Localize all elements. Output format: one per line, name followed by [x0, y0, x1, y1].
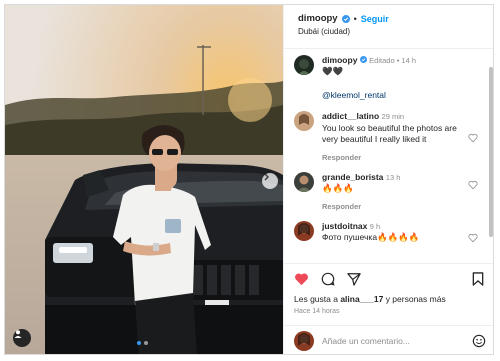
comment-item: grande_borista 13 h 🔥🔥🔥 Responder	[294, 171, 486, 212]
author-avatar-image	[294, 55, 314, 75]
caption: dimoopy Editado • 14 h 🖤🖤 @kleemol_renta…	[294, 55, 486, 101]
user-icon	[14, 330, 22, 338]
follow-button[interactable]: Seguir	[361, 14, 389, 24]
verified-badge-icon	[341, 14, 350, 23]
avatar[interactable]	[294, 221, 314, 241]
comment-username[interactable]: grande_borista	[322, 172, 383, 182]
comment-time: 29 min	[381, 112, 405, 122]
author-username[interactable]: dimoopy	[298, 13, 338, 24]
save-bookmark-icon[interactable]	[472, 272, 484, 286]
comment-text: You look so beautiful the photos are ver…	[322, 122, 457, 145]
avatar[interactable]	[294, 55, 314, 75]
chevron-right-icon	[264, 173, 269, 181]
caption-text: 🖤🖤	[322, 66, 344, 77]
post-modal: dimoopy • Seguir Dubái (ciudad) dimoopy …	[4, 4, 494, 355]
avatar	[294, 331, 314, 351]
carousel-indicator	[137, 341, 148, 345]
likes-user[interactable]: alina___17	[340, 294, 383, 304]
add-comment-bar	[284, 325, 493, 354]
post-timestamp: Hace 14 horas	[294, 308, 340, 315]
caption-mention-link[interactable]: @kleemol_rental	[322, 90, 467, 101]
like-comment-heart-icon[interactable]	[468, 233, 478, 243]
likes-suffix[interactable]: y personas más	[383, 294, 446, 304]
emoji-icon[interactable]	[472, 334, 486, 348]
avatar[interactable]	[294, 111, 314, 132]
caption-meta: Editado • 14 h	[369, 56, 416, 65]
share-paper-plane-icon[interactable]	[347, 272, 361, 286]
carousel-dot	[144, 341, 148, 345]
comment-text: 🔥🔥🔥	[322, 183, 354, 194]
comment-text: Фото пушечка🔥🔥🔥🔥	[322, 232, 420, 243]
post-header: dimoopy • Seguir Dubái (ciudad)	[284, 5, 493, 49]
verified-badge-icon	[359, 56, 367, 63]
reply-button[interactable]: Responder	[322, 202, 467, 212]
post-sidebar: dimoopy • Seguir Dubái (ciudad) dimoopy …	[283, 5, 493, 354]
comment-item: justdoitnax 9 h Фото пушечка🔥🔥🔥🔥	[294, 221, 486, 244]
photo-illustration	[5, 5, 283, 354]
like-comment-heart-icon[interactable]	[468, 133, 478, 143]
post-actions: Les gusta a alina___17 y personas más Ha…	[284, 263, 493, 325]
comment-item: addict__latino 29 min You look so beauti…	[294, 111, 486, 163]
carousel-dot-active	[137, 341, 141, 345]
avatar[interactable]	[294, 171, 314, 192]
post-location[interactable]: Dubái (ciudad)	[298, 27, 481, 36]
comment-username[interactable]: justdoitnax	[322, 221, 367, 231]
post-photo[interactable]	[5, 5, 283, 354]
caption-username[interactable]: dimoopy	[322, 55, 357, 65]
comment-time: 13 h	[385, 172, 401, 182]
like-heart-icon[interactable]	[294, 272, 309, 286]
commenter-avatar-image	[294, 111, 314, 132]
scrollbar-thumb[interactable]	[489, 67, 493, 237]
next-photo-button[interactable]	[262, 173, 278, 189]
commenter-avatar-image	[294, 221, 314, 241]
likes-summary: Les gusta a alina___17 y personas más	[294, 294, 484, 304]
comments-scrollbar[interactable]	[489, 55, 493, 255]
comment-username[interactable]: addict__latino	[322, 111, 379, 121]
comments-list[interactable]: dimoopy Editado • 14 h 🖤🖤 @kleemol_renta…	[284, 49, 493, 261]
comment-bubble-icon[interactable]	[321, 272, 335, 286]
header-separator: •	[353, 13, 357, 24]
comment-input[interactable]	[322, 336, 464, 346]
like-comment-heart-icon[interactable]	[468, 180, 478, 190]
likes-prefix: Les gusta a	[294, 294, 341, 304]
reply-button[interactable]: Responder	[322, 153, 467, 163]
tagged-users-button[interactable]	[13, 329, 31, 347]
comment-time: 9 h	[369, 222, 381, 231]
current-user-avatar-image	[294, 331, 314, 351]
commenter-avatar-image	[294, 171, 314, 192]
